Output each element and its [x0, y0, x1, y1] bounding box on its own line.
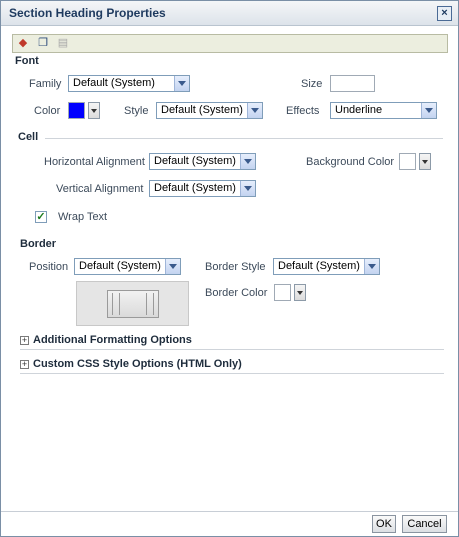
- font-style-value: Default (System): [161, 104, 243, 116]
- wrap-text-label: Wrap Text: [58, 211, 108, 223]
- dialog-footer: OK Cancel: [1, 511, 458, 536]
- vertical-alignment-label: Vertical Alignment: [56, 183, 144, 195]
- font-size-label: Size: [301, 78, 323, 90]
- horizontal-alignment-label: Horizontal Alignment: [44, 156, 145, 168]
- border-preview-box: [107, 290, 159, 318]
- border-color-dropdown[interactable]: [294, 284, 306, 301]
- background-color-swatch[interactable]: [399, 153, 416, 170]
- border-position-preview[interactable]: [76, 281, 189, 326]
- border-color-swatch[interactable]: [274, 284, 291, 301]
- horizontal-alignment-select[interactable]: Default (System): [149, 153, 256, 170]
- chevron-down-icon: [174, 76, 189, 91]
- chevron-down-icon: [240, 154, 255, 169]
- font-color-label: Color: [34, 105, 61, 117]
- font-color-swatch[interactable]: [68, 102, 85, 119]
- border-position-value: Default (System): [79, 260, 161, 272]
- custom-css-divider: [20, 373, 444, 374]
- vertical-alignment-value: Default (System): [154, 182, 236, 194]
- dialog-title: Section Heading Properties: [9, 6, 166, 20]
- background-color-dropdown[interactable]: [419, 153, 431, 170]
- font-style-label: Style: [124, 105, 149, 117]
- eraser-icon[interactable]: ◆: [17, 37, 29, 49]
- chevron-down-icon: [165, 259, 180, 274]
- cell-section-heading: Cell: [18, 131, 39, 143]
- chevron-down-icon: [240, 181, 255, 196]
- close-icon[interactable]: ×: [437, 6, 452, 21]
- font-color-dropdown[interactable]: [88, 102, 100, 119]
- section-heading-properties-dialog: Section Heading Properties × ◆ ❐ ▤ Font …: [0, 0, 459, 537]
- font-style-select[interactable]: Default (System): [156, 102, 263, 119]
- border-style-label: Border Style: [205, 261, 266, 273]
- font-effects-select[interactable]: Underline: [330, 102, 437, 119]
- cancel-button[interactable]: Cancel: [402, 515, 447, 533]
- font-size-input[interactable]: [330, 75, 375, 92]
- font-family-value: Default (System): [73, 77, 155, 89]
- copy-icon[interactable]: ❐: [37, 37, 49, 49]
- border-section-heading: Border: [20, 238, 57, 250]
- format-toolbar: ◆ ❐ ▤: [12, 34, 448, 53]
- expand-additional-icon[interactable]: +: [20, 336, 29, 345]
- paste-icon: ▤: [57, 37, 69, 49]
- ok-button[interactable]: OK: [372, 515, 396, 533]
- dialog-titlebar: Section Heading Properties ×: [1, 1, 458, 26]
- border-color-label: Border Color: [205, 287, 268, 299]
- additional-divider: [20, 349, 444, 350]
- additional-formatting-toggle[interactable]: Additional Formatting Options: [33, 334, 192, 346]
- font-section-heading: Font: [15, 55, 39, 67]
- horizontal-alignment-value: Default (System): [154, 155, 236, 167]
- border-style-select[interactable]: Default (System): [273, 258, 380, 275]
- border-style-value: Default (System): [278, 260, 360, 272]
- chevron-down-icon: [421, 103, 436, 118]
- font-family-label: Family: [29, 78, 62, 90]
- font-family-select[interactable]: Default (System): [68, 75, 190, 92]
- border-position-label: Position: [29, 261, 69, 273]
- cell-divider: [45, 138, 443, 139]
- font-effects-value: Underline: [335, 104, 383, 116]
- font-effects-label: Effects: [286, 105, 320, 117]
- chevron-down-icon: [364, 259, 379, 274]
- border-position-select[interactable]: Default (System): [74, 258, 181, 275]
- wrap-text-checkbox[interactable]: ✓: [35, 211, 47, 223]
- custom-css-toggle[interactable]: Custom CSS Style Options (HTML Only): [33, 358, 242, 370]
- chevron-down-icon: [247, 103, 262, 118]
- expand-custom-css-icon[interactable]: +: [20, 360, 29, 369]
- background-color-label: Background Color: [306, 156, 395, 168]
- vertical-alignment-select[interactable]: Default (System): [149, 180, 256, 197]
